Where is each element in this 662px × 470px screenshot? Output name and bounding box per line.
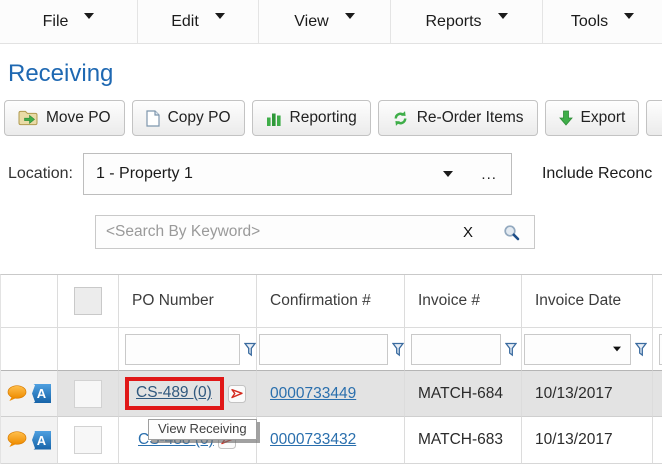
menu-reports[interactable]: Reports	[391, 0, 543, 43]
header-confirmation[interactable]: Confirmation #	[257, 275, 405, 328]
search-placeholder: <Search By Keyword>	[96, 223, 260, 241]
include-reconciled-label[interactable]: Include Reconc	[542, 165, 652, 183]
select-all-checkbox[interactable]	[74, 287, 102, 315]
filter-funnel-icon[interactable]	[244, 342, 256, 357]
export-down-arrow-icon	[559, 110, 573, 126]
confirmation-cell: 0000733449	[257, 371, 405, 417]
filter-funnel-icon[interactable]	[635, 342, 647, 357]
search-input[interactable]: <Search By Keyword> X	[95, 215, 535, 249]
comment-icon[interactable]	[7, 385, 27, 403]
page-title: Receiving	[8, 60, 662, 88]
filter-invoice-date-cell	[522, 328, 653, 371]
reorder-items-button[interactable]: Re-Order Items	[378, 100, 538, 136]
confirmation-link[interactable]: 0000733432	[270, 431, 356, 449]
invoice-cell: MATCH-684	[405, 371, 522, 417]
comment-icon[interactable]	[7, 431, 27, 449]
confirmation-cell: 0000733432	[257, 417, 405, 464]
menu-bar: File Edit View Reports Tools	[0, 0, 662, 44]
po-number-cell: CS-489 (0)	[119, 371, 257, 417]
location-more-button[interactable]: ...	[481, 166, 497, 183]
reporting-button[interactable]: Reporting	[252, 100, 371, 136]
invoice-date-cell: 10/13/2017	[522, 371, 653, 417]
location-row: Location: 1 - Property 1 ... Include Rec…	[8, 153, 662, 195]
row-icons-cell: A	[1, 417, 58, 464]
location-label: Location:	[8, 165, 73, 183]
location-value: 1 - Property 1	[84, 165, 193, 183]
annotation-red-box: CS-489 (0)	[125, 377, 224, 410]
export-button[interactable]: Export	[545, 100, 640, 136]
move-po-folder-icon	[18, 110, 38, 126]
header-invoice[interactable]: Invoice #	[405, 275, 522, 328]
approved-a-icon[interactable]: A	[32, 384, 51, 403]
copy-po-button[interactable]: Copy PO	[132, 100, 245, 136]
row-checkbox[interactable]	[74, 426, 102, 454]
export-label: Export	[581, 109, 626, 127]
invoice-date-cell: 10/13/2017	[522, 417, 653, 464]
reorder-items-label: Re-Order Items	[417, 109, 524, 127]
header-icons-column	[1, 275, 58, 328]
menu-reports-label: Reports	[425, 13, 481, 31]
po-link[interactable]: CS-489 (0)	[136, 384, 212, 402]
row-sliver-cell	[653, 417, 662, 464]
receiving-table: PO Number Confirmation # Invoice # Invoi…	[0, 274, 662, 464]
menu-file[interactable]: File	[0, 0, 138, 43]
row-sliver-cell	[653, 371, 662, 417]
menu-file-label: File	[43, 13, 69, 31]
menu-view-label: View	[294, 13, 328, 31]
filter-funnel-icon[interactable]	[505, 342, 517, 357]
chevron-down-icon	[84, 13, 94, 19]
filter-icons-cell	[1, 328, 58, 371]
filter-invoice-cell	[405, 328, 522, 371]
search-clear-button[interactable]: X	[463, 224, 473, 241]
filter-confirmation-cell	[257, 328, 405, 371]
select-all-cell	[58, 275, 119, 328]
partial-button[interactable]	[646, 100, 662, 136]
invoice-cell: MATCH-683	[405, 417, 522, 464]
confirmation-filter-input[interactable]	[259, 334, 388, 365]
copy-page-icon	[146, 110, 160, 127]
move-po-label: Move PO	[46, 109, 111, 127]
invoice-date-filter-input[interactable]	[524, 334, 631, 365]
reporting-label: Reporting	[290, 109, 357, 127]
po-filter-input[interactable]	[125, 334, 240, 365]
search-icon[interactable]	[503, 224, 520, 241]
chevron-down-icon	[498, 13, 508, 19]
search-row: <Search By Keyword> X	[95, 215, 662, 249]
row-icons-cell: A	[1, 371, 58, 417]
dropdown-arrow-icon[interactable]	[613, 347, 621, 352]
copy-po-label: Copy PO	[168, 109, 231, 127]
menu-tools-label: Tools	[571, 13, 608, 31]
invoice-filter-input[interactable]	[411, 334, 501, 365]
chevron-down-icon	[345, 13, 355, 19]
move-po-button[interactable]: Move PO	[4, 100, 125, 136]
chevron-down-icon	[215, 13, 225, 19]
menu-edit-label: Edit	[171, 13, 199, 31]
header-po-number[interactable]: PO Number	[119, 275, 257, 328]
filter-sliver-cell	[653, 328, 662, 371]
row-checkbox-cell	[58, 417, 119, 464]
view-receiving-tooltip: View Receiving	[148, 419, 257, 440]
header-invoice-date[interactable]: Invoice Date	[522, 275, 653, 328]
filter-po-cell	[119, 328, 257, 371]
pdf-icon[interactable]	[228, 385, 246, 403]
row-checkbox-cell	[58, 371, 119, 417]
menu-edit[interactable]: Edit	[138, 0, 259, 43]
menu-view[interactable]: View	[259, 0, 391, 43]
menu-tools[interactable]: Tools	[543, 0, 662, 43]
filter-funnel-icon[interactable]	[392, 342, 404, 357]
filter-checkbox-cell	[58, 328, 119, 371]
bar-chart-icon	[266, 111, 282, 126]
chevron-down-icon	[624, 13, 634, 19]
location-select[interactable]: 1 - Property 1 ...	[83, 153, 512, 195]
reorder-refresh-icon	[392, 110, 409, 127]
approved-a-icon[interactable]: A	[32, 431, 51, 450]
header-next-column-sliver	[653, 275, 662, 328]
dropdown-arrow-icon[interactable]	[443, 171, 453, 177]
confirmation-link[interactable]: 0000733449	[270, 385, 356, 403]
row-checkbox[interactable]	[74, 380, 102, 408]
toolbar: Move PO Copy PO Reporting Re-Order Items…	[4, 100, 662, 136]
